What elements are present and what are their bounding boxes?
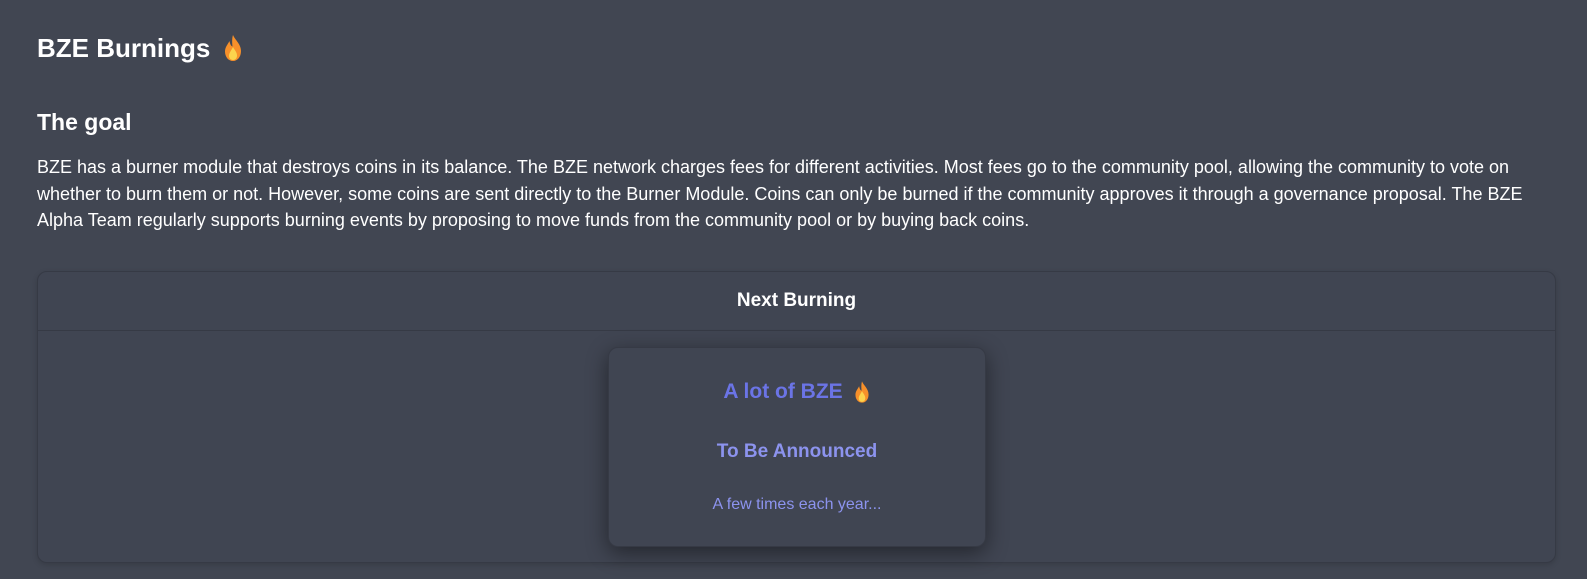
goal-description: BZE has a burner module that destroys co… [37, 157, 1523, 230]
page-title: BZE Burnings [37, 31, 244, 65]
next-burning-card: Next Burning A lot of BZE To Be Announce… [37, 271, 1556, 563]
page: BZE Burnings The goal BZE has a burner m… [0, 0, 1587, 579]
fire-icon [222, 34, 244, 62]
burn-frequency: A few times each year... [712, 496, 882, 513]
burn-amount: A lot of BZE [609, 380, 985, 404]
next-burning-header: Next Burning [38, 272, 1555, 331]
goal-heading: The goal [37, 109, 132, 135]
burn-status: To Be Announced [716, 441, 878, 462]
burn-amount-text: A lot of BZE [723, 380, 843, 403]
burning-details-card: A lot of BZE To Be Announced A few times… [608, 347, 986, 547]
fire-icon [853, 380, 871, 404]
page-title-text: BZE Burnings [37, 33, 211, 63]
